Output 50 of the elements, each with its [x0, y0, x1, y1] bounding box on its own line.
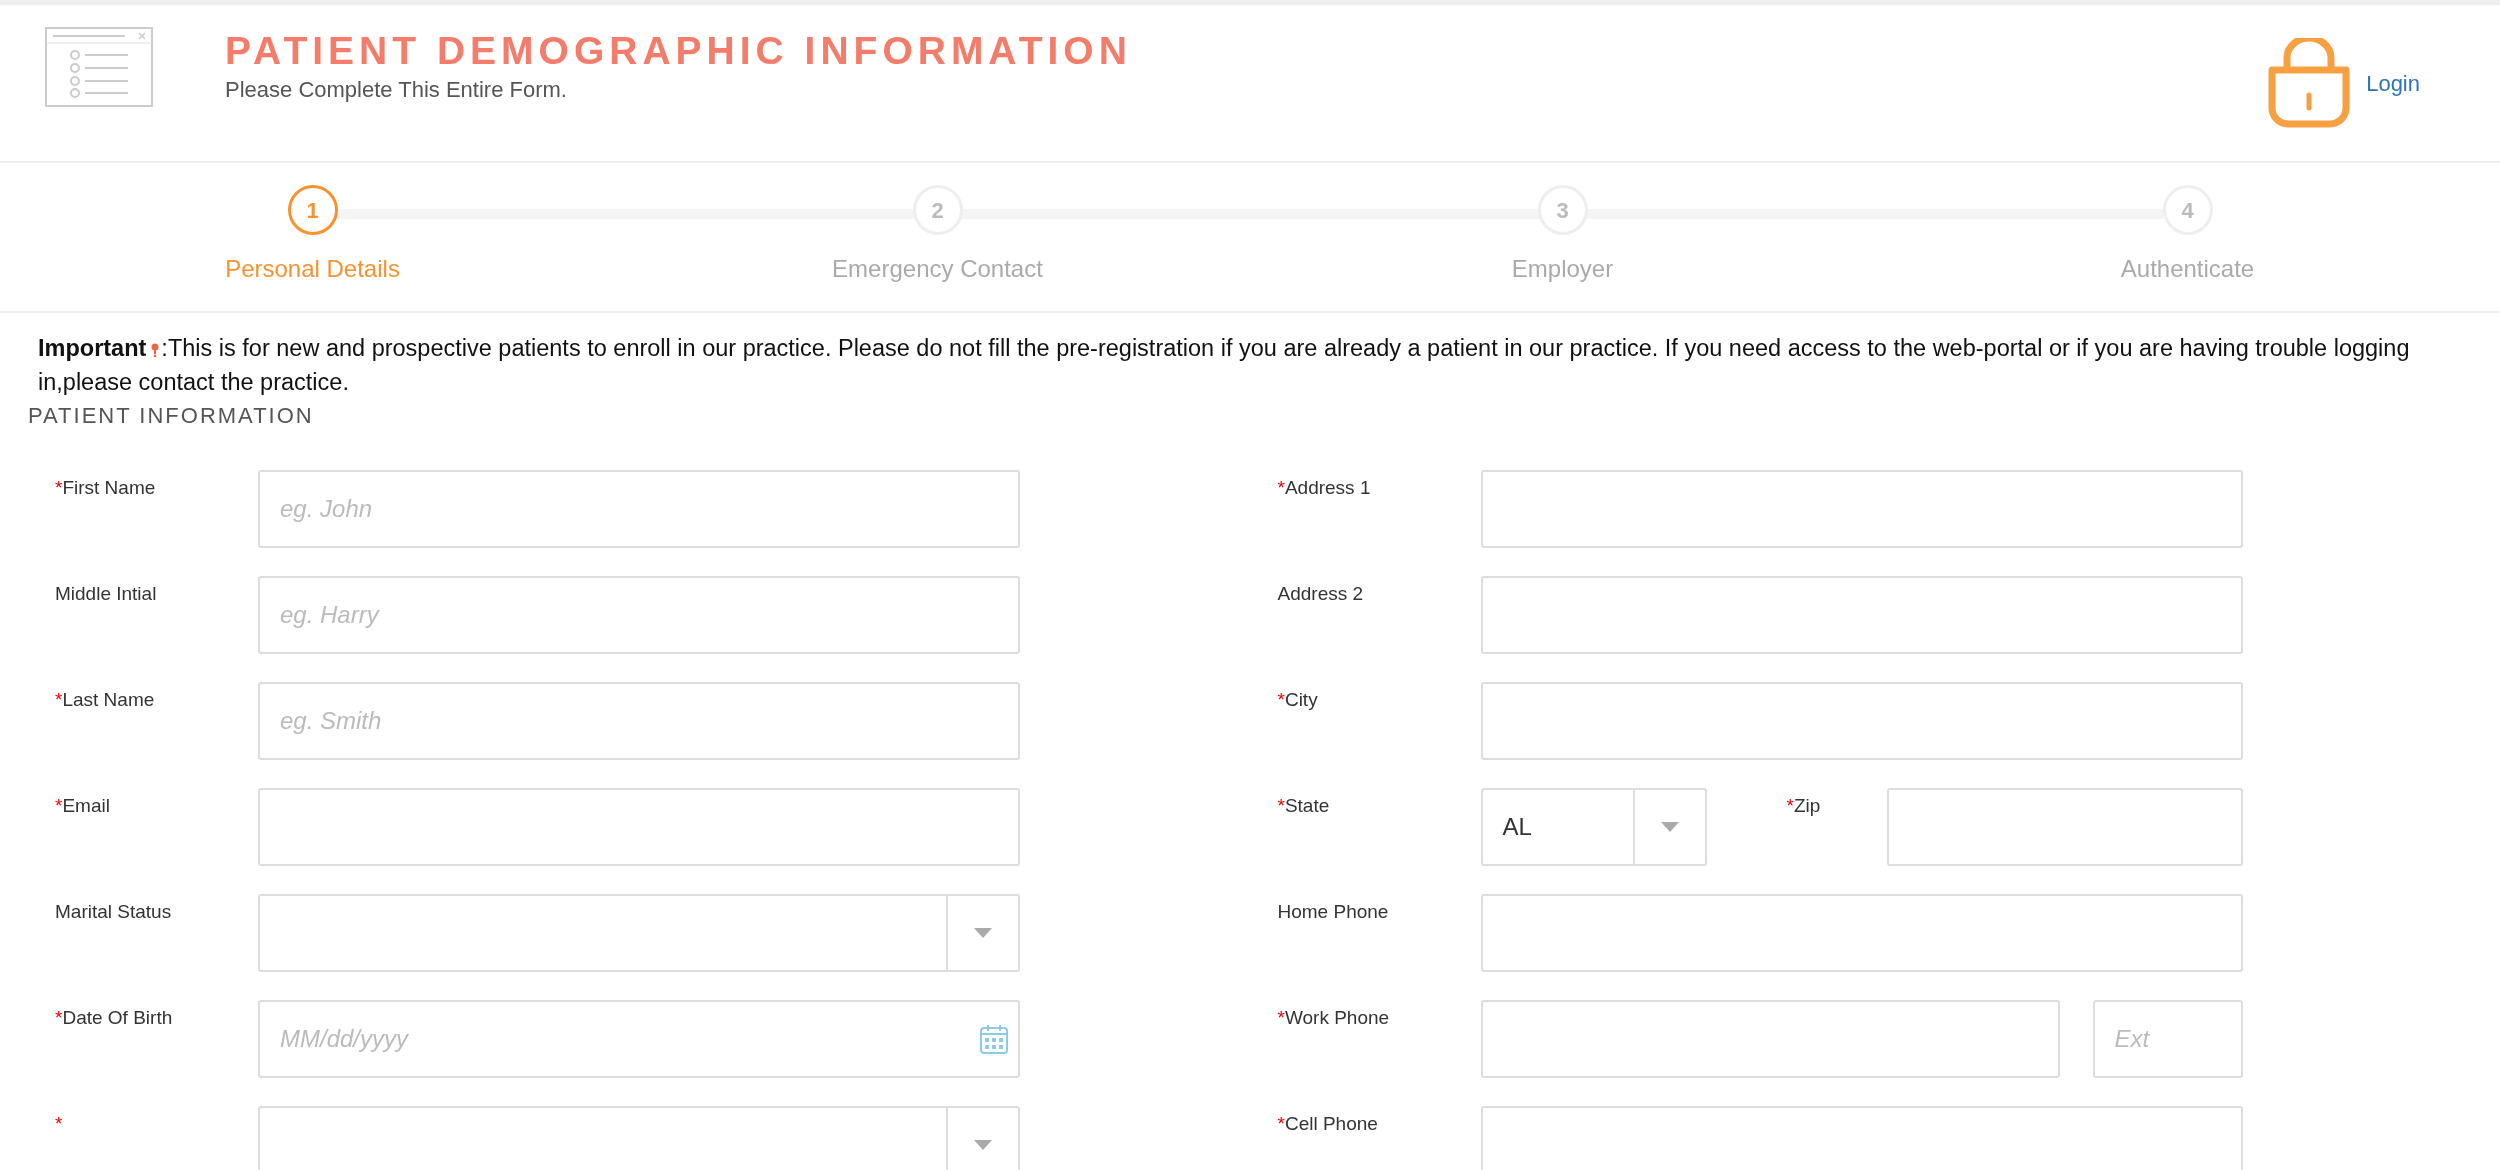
field-label: *Address 1: [1277, 476, 1372, 500]
form-window-icon: [45, 27, 153, 107]
section-title: PATIENT INFORMATION: [27, 402, 315, 430]
step-label[interactable]: Employer: [1511, 251, 1614, 287]
calendar-icon: [980, 1024, 1008, 1054]
field-label: Address 2: [1277, 582, 1365, 606]
step-number[interactable]: 3: [1537, 185, 1588, 235]
text-field[interactable]: Ext: [2092, 1000, 2243, 1078]
field-label: *Date Of Birth: [55, 1006, 174, 1030]
text-field[interactable]: [1480, 1106, 2243, 1170]
page-title: PATIENT DEMOGRAPHIC INFORMATION: [225, 30, 1133, 73]
step-label[interactable]: Authenticate: [2120, 251, 2255, 287]
padlock-icon: [2268, 38, 2351, 128]
login-link[interactable]: Login: [2366, 66, 2420, 100]
dropdown-caret-icon: [974, 928, 992, 938]
dropdown-field[interactable]: AL: [1480, 788, 1707, 866]
step-number[interactable]: 2: [912, 185, 963, 235]
dropdown-caret-icon: [974, 1140, 992, 1150]
field-label: *Zip: [1786, 794, 1822, 818]
step-label[interactable]: Emergency Contact: [832, 251, 1043, 287]
field-label: Marital Status: [55, 900, 173, 924]
field-label: Home Phone: [1277, 900, 1390, 924]
step-number[interactable]: 1: [287, 185, 338, 235]
dropdown-field[interactable]: [258, 894, 1020, 972]
field-label: *State: [1277, 794, 1331, 818]
text-field[interactable]: [1886, 788, 2243, 866]
text-field[interactable]: [1480, 470, 2243, 548]
field-label: *Last Name: [55, 688, 156, 712]
field-label: *Work Phone: [1277, 1006, 1391, 1030]
dropdown-field[interactable]: [258, 1106, 1020, 1170]
text-field[interactable]: [1480, 894, 2243, 972]
step-label[interactable]: Personal Details: [225, 251, 400, 287]
step-number[interactable]: 4: [2162, 185, 2213, 235]
text-field[interactable]: [1480, 682, 2243, 760]
page-subtitle: Please Complete This Entire Form.: [225, 75, 568, 104]
field-label: *City: [1277, 688, 1319, 712]
field-label: *First Name: [55, 476, 157, 500]
field-label: Middle Intial: [55, 582, 158, 606]
text-field[interactable]: [258, 788, 1020, 866]
text-field[interactable]: [1480, 1000, 2060, 1078]
important-notice: Important:This is for new and prospective patients to enroll in our practice. Please do not fill the pre-registration if you are already a patient in our practice. If you need access to the web-portal or if you are having trouble logging in,please contact the practice.: [37, 334, 2411, 397]
required-asterisk: *: [55, 1112, 64, 1136]
text-field[interactable]: eg. John: [258, 470, 1020, 548]
text-field[interactable]: eg. Harry: [258, 576, 1020, 654]
dropdown-caret-icon: [1660, 822, 1679, 832]
text-field[interactable]: eg. Smith: [258, 682, 1020, 760]
date-field[interactable]: MM/dd/yyyy: [258, 1000, 1020, 1078]
field-label: *Cell Phone: [1277, 1112, 1379, 1136]
field-label: *Email: [55, 794, 111, 818]
text-field[interactable]: [1480, 576, 2243, 654]
